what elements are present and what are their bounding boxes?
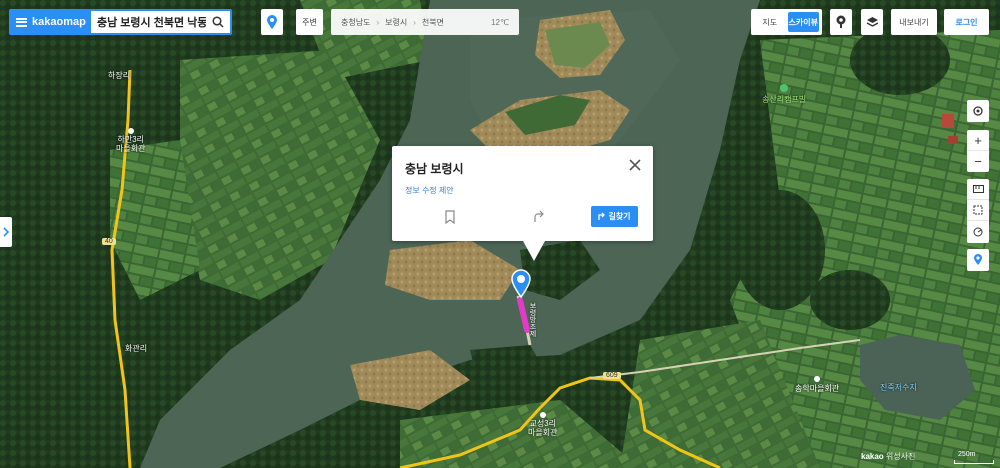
search-icon[interactable] (206, 11, 230, 33)
crosshair-icon (967, 100, 989, 121)
logo-text: kakaomap (32, 16, 86, 28)
pin-icon (267, 15, 277, 29)
nearby-button[interactable]: 주변 (296, 9, 323, 35)
layers-button[interactable] (861, 9, 883, 35)
copyright-text: 위성사진 (883, 452, 916, 461)
poi-label: 송산리캠프빌 (762, 95, 807, 104)
share-button[interactable]: 내보내기 (891, 9, 937, 35)
area-icon[interactable] (967, 200, 989, 221)
popup-title: 충남 보령시 (405, 162, 464, 176)
kakao-logo: kakao (861, 452, 884, 461)
address-breadcrumb: 충청남도 › 보령시 › 천북면 12℃ (331, 9, 519, 35)
chevron-right-icon: › (376, 17, 380, 27)
poi-songhak-hall[interactable]: 송학마을회관 (795, 376, 839, 394)
my-location-pin-button[interactable] (261, 9, 283, 35)
layers-icon (866, 16, 878, 27)
route-button[interactable]: 길찾기 (591, 206, 638, 227)
suggest-edit-link[interactable]: 정보 수정 제안 (405, 185, 454, 196)
login-button[interactable]: 로그인 (944, 9, 989, 35)
poi-label: 마을회관 (116, 144, 146, 153)
weather-temp: 12℃ (491, 17, 509, 27)
poi-gyoseong-hall[interactable]: 교성3리 마을회관 (528, 412, 557, 437)
chevron-right-icon (3, 227, 9, 237)
radius-icon[interactable] (967, 221, 989, 242)
roadview-icon (836, 15, 846, 28)
marker-button[interactable] (967, 249, 989, 271)
map-label-hwagwanri: 화관리 (125, 344, 148, 353)
search-input[interactable] (91, 16, 206, 28)
breadcrumb-district[interactable]: 천북면 (422, 17, 444, 28)
poi-dot-icon (814, 376, 821, 382)
share-icon[interactable] (533, 210, 545, 224)
side-panel-toggle[interactable] (0, 217, 12, 247)
map-type-toggle: 지도 스카이뷰 (751, 9, 822, 35)
map-type-skyview[interactable]: 스카이뷰 (787, 12, 819, 32)
close-icon[interactable] (628, 158, 642, 172)
bridge-label: 보령방조제 (529, 302, 536, 337)
poi-dot-icon (539, 412, 546, 418)
breadcrumb-city[interactable]: 보령시 (385, 17, 407, 28)
scale-label: 250m (958, 451, 976, 458)
place-popup: 충남 보령시 정보 수정 제안 길찾기 (392, 146, 653, 261)
map-label-jinjuk: 진죽저수지 (880, 383, 917, 392)
ruler-icon[interactable] (967, 179, 989, 200)
poi-camping[interactable]: 송산리캠프빌 (762, 84, 806, 105)
location-marker-icon[interactable] (510, 268, 532, 298)
scale-bar (954, 460, 994, 464)
bookmark-icon[interactable] (444, 210, 456, 224)
poi-label: 마을회관 (528, 428, 558, 437)
logo[interactable]: kakaomap (11, 11, 91, 33)
camping-icon (780, 84, 789, 92)
menu-icon[interactable] (16, 17, 27, 27)
tool-controls (967, 179, 989, 243)
zoom-in-icon[interactable]: + (967, 130, 989, 151)
poi-label: 송학마을회관 (795, 384, 840, 393)
poi-label: 하만3리 (117, 135, 144, 144)
poi-dot-icon (127, 128, 134, 134)
search-box: kakaomap (9, 9, 232, 35)
map-type-roadmap[interactable]: 지도 (754, 12, 786, 32)
map-app: 하장리 하만3리 마을회관 화관리 송산리캠프빌 교성3리 마을회관 송학마을회… (0, 0, 1000, 468)
my-position-button[interactable] (967, 100, 989, 122)
roadview-button[interactable] (830, 9, 852, 35)
poi-hamyeon-hall[interactable]: 하만3리 마을회관 (116, 128, 145, 153)
zoom-controls: + − (967, 130, 989, 172)
road-shield-609: 609 (603, 372, 621, 379)
map-label-hajang: 하장리 (108, 71, 131, 80)
route-icon (598, 212, 606, 220)
zoom-out-icon[interactable]: − (967, 151, 989, 172)
copyright: kakao 위성사진 (861, 451, 915, 462)
route-label: 길찾기 (608, 212, 631, 221)
breadcrumb-province[interactable]: 충청남도 (341, 17, 370, 28)
poi-label: 교성3리 (529, 419, 556, 428)
pin-icon (967, 249, 989, 270)
road-shield-40: 40 (102, 238, 116, 245)
chevron-right-icon: › (413, 17, 416, 27)
